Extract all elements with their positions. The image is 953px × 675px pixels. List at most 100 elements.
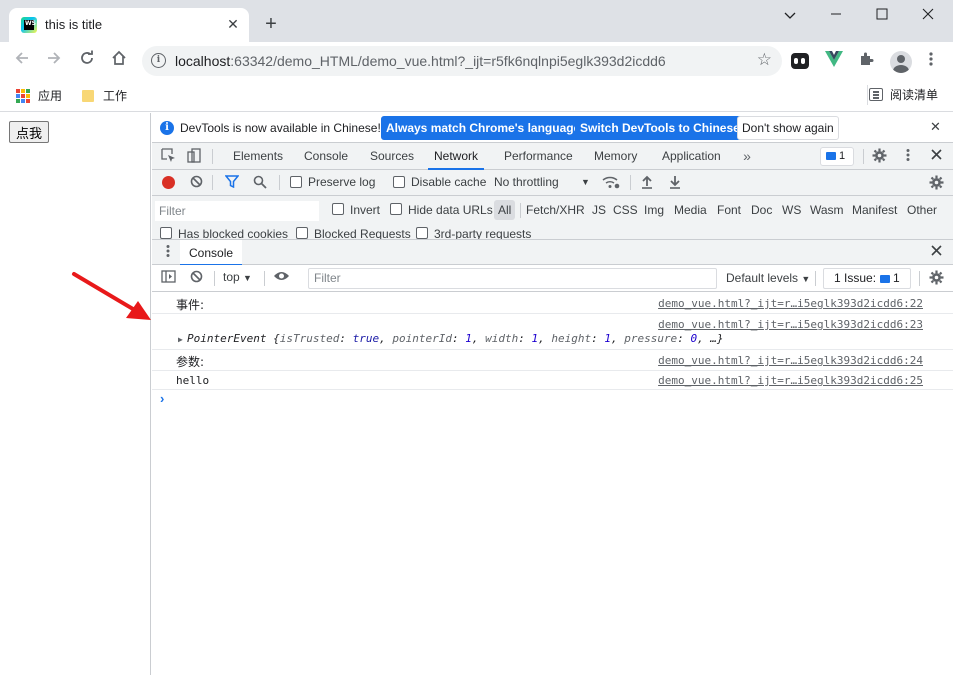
live-expression-eye-icon[interactable] bbox=[273, 270, 289, 286]
console-source-link[interactable]: demo_vue.html?_ijt=r…i5eglk393d2icdd6:22 bbox=[658, 297, 923, 310]
export-har-download-icon[interactable] bbox=[667, 175, 683, 191]
log-levels-select[interactable]: Default levels ▼ bbox=[726, 271, 810, 285]
object-prop-value: 1 bbox=[604, 332, 611, 345]
toolbar-divider bbox=[815, 271, 816, 286]
type-filter-js[interactable]: JS bbox=[592, 203, 606, 217]
filter-funnel-icon[interactable] bbox=[224, 175, 240, 191]
tab-application[interactable]: Application bbox=[661, 143, 722, 170]
click-me-button[interactable]: 点我 bbox=[9, 121, 50, 143]
home-icon[interactable] bbox=[106, 48, 132, 74]
throttling-select[interactable]: No throttling bbox=[494, 175, 559, 189]
forward-arrow-icon[interactable] bbox=[41, 48, 67, 74]
kebab-menu-icon[interactable] bbox=[921, 51, 941, 71]
object-class: PointerEvent bbox=[187, 332, 267, 345]
extensions-puzzle-icon[interactable] bbox=[856, 51, 876, 71]
clear-icon[interactable] bbox=[188, 175, 204, 191]
reading-list-button[interactable]: 阅读清单 bbox=[867, 85, 938, 105]
type-filter-manifest[interactable]: Manifest bbox=[852, 203, 897, 217]
record-icon[interactable] bbox=[162, 176, 175, 189]
type-filter-all[interactable]: All bbox=[494, 200, 516, 220]
type-filter-css[interactable]: CSS bbox=[613, 203, 638, 217]
import-har-upload-icon[interactable] bbox=[639, 175, 655, 191]
hide-data-urls-checkbox[interactable] bbox=[390, 203, 402, 215]
console-source-link[interactable]: demo_vue.html?_ijt=r…i5eglk393d2icdd6:25 bbox=[658, 374, 923, 387]
devtools-menu-icon[interactable] bbox=[900, 148, 916, 164]
search-icon[interactable] bbox=[252, 175, 268, 191]
toolbar-divider bbox=[212, 149, 213, 164]
network-filter-input[interactable]: Filter bbox=[155, 201, 319, 221]
console-prompt-chevron-icon[interactable]: › bbox=[160, 391, 164, 406]
network-settings-gear-icon[interactable] bbox=[928, 175, 944, 191]
console-source-link[interactable]: demo_vue.html?_ijt=r…i5eglk393d2icdd6:23 bbox=[658, 318, 923, 331]
type-filter-ws[interactable]: WS bbox=[782, 203, 801, 217]
js-context-select[interactable]: top ▼ bbox=[223, 270, 252, 284]
type-filter-font[interactable]: Font bbox=[717, 203, 741, 217]
console-filter-input[interactable]: Filter bbox=[308, 268, 717, 289]
drawer-menu-icon[interactable] bbox=[160, 244, 176, 260]
hide-data-urls-label: Hide data URLs bbox=[408, 203, 493, 217]
toolbar-divider bbox=[863, 149, 864, 164]
pointer-event-object[interactable]: PointerEvent {isTrusted: true, pointerId… bbox=[187, 332, 724, 345]
extension-dark-icon[interactable] bbox=[791, 53, 809, 69]
console-source-link[interactable]: demo_vue.html?_ijt=r…i5eglk393d2icdd6:24 bbox=[658, 354, 923, 367]
tab-title: this is title bbox=[45, 17, 103, 32]
bookmark-star-icon[interactable]: ☆ bbox=[757, 50, 772, 70]
tab-search-icon[interactable] bbox=[767, 4, 813, 28]
switch-to-chinese-button[interactable]: Switch DevTools to Chinese bbox=[575, 116, 745, 140]
tab-sources[interactable]: Sources bbox=[369, 143, 415, 170]
issues-counter-button[interactable]: 1 bbox=[820, 147, 854, 166]
tab-close-icon[interactable]: ✕ bbox=[223, 14, 243, 34]
console-issues-button[interactable]: 1 Issue: 1 bbox=[823, 268, 911, 289]
type-filter-doc[interactable]: Doc bbox=[751, 203, 772, 217]
inspect-element-icon[interactable] bbox=[160, 148, 176, 164]
type-filter-fetch-xhr[interactable]: Fetch/XHR bbox=[526, 203, 585, 217]
close-devtools-icon[interactable] bbox=[928, 148, 944, 164]
console-settings-gear-icon[interactable] bbox=[928, 270, 944, 286]
expand-triangle-icon[interactable]: ▶ bbox=[178, 335, 183, 344]
disable-cache-checkbox[interactable] bbox=[393, 176, 405, 188]
reload-icon[interactable] bbox=[74, 48, 100, 74]
browser-tab[interactable]: WS this is title ✕ bbox=[9, 8, 249, 42]
infobar-close-icon[interactable]: ✕ bbox=[930, 119, 941, 135]
has-blocked-cookies-checkbox[interactable] bbox=[160, 227, 172, 239]
console-sidebar-toggle-icon[interactable] bbox=[160, 270, 176, 286]
type-filter-img[interactable]: Img bbox=[644, 203, 664, 217]
invert-label: Invert bbox=[350, 203, 381, 217]
tab-memory[interactable]: Memory bbox=[593, 143, 638, 170]
bookmark-apps[interactable]: 应用 bbox=[16, 87, 62, 105]
always-match-language-button[interactable]: Always match Chrome's language bbox=[381, 116, 586, 140]
site-info-icon[interactable]: i bbox=[151, 53, 166, 68]
drawer-tab-console[interactable]: Console bbox=[180, 240, 243, 266]
type-filter-wasm[interactable]: Wasm bbox=[810, 203, 844, 217]
tab-network[interactable]: Network bbox=[428, 143, 485, 170]
object-prop-value: 0 bbox=[690, 332, 698, 345]
bookmark-work-folder[interactable]: 工作 bbox=[82, 87, 127, 105]
tab-console[interactable]: Console bbox=[303, 143, 349, 170]
invert-checkbox[interactable] bbox=[332, 203, 344, 215]
preserve-log-checkbox[interactable] bbox=[290, 176, 302, 188]
tab-performance[interactable]: Performance bbox=[503, 143, 574, 170]
throttling-dropdown-icon[interactable]: ▼ bbox=[581, 177, 590, 187]
new-tab-button[interactable]: + bbox=[259, 12, 283, 36]
more-tabs-chevron-icon[interactable]: » bbox=[739, 148, 755, 164]
type-filter-other[interactable]: Other bbox=[907, 203, 937, 217]
back-arrow-icon[interactable] bbox=[9, 48, 35, 74]
vue-devtools-icon[interactable] bbox=[824, 51, 844, 71]
type-filter-media[interactable]: Media bbox=[674, 203, 707, 217]
address-bar[interactable]: i localhost:63342/demo_HTML/demo_vue.htm… bbox=[142, 46, 782, 76]
settings-gear-icon[interactable] bbox=[871, 148, 887, 164]
close-drawer-icon[interactable] bbox=[928, 244, 944, 260]
minimize-button[interactable] bbox=[813, 4, 859, 28]
blocked-requests-checkbox[interactable] bbox=[296, 227, 308, 239]
toolbar-divider bbox=[630, 175, 631, 190]
tab-elements[interactable]: Elements bbox=[232, 143, 284, 170]
maximize-button[interactable] bbox=[859, 4, 905, 28]
device-toolbar-icon[interactable] bbox=[186, 148, 202, 164]
profile-avatar[interactable] bbox=[890, 51, 912, 73]
third-party-checkbox[interactable] bbox=[416, 227, 428, 239]
network-conditions-wifi-icon[interactable] bbox=[602, 175, 620, 191]
clear-console-icon[interactable] bbox=[188, 270, 204, 286]
dont-show-again-button[interactable]: Don't show again bbox=[737, 116, 839, 140]
close-window-button[interactable] bbox=[905, 4, 951, 28]
devtools-panel: i DevTools is now available in Chinese! … bbox=[152, 113, 953, 675]
